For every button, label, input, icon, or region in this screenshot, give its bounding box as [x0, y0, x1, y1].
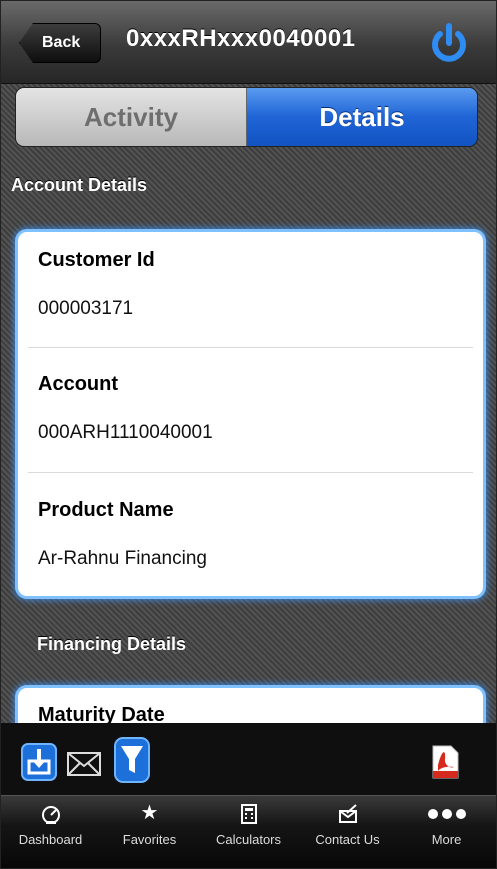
activity-details-segmented-control: Activity Details	[15, 87, 478, 147]
gauge-icon	[1, 798, 100, 828]
pdf-icon[interactable]	[431, 745, 459, 784]
contact-icon	[298, 798, 397, 828]
navigation-bar: Back 0xxxRHxxx0040001	[1, 1, 496, 84]
action-toolbar	[1, 723, 496, 795]
back-button[interactable]: Back	[19, 23, 101, 63]
divider	[28, 347, 473, 348]
power-icon[interactable]	[429, 23, 469, 65]
tab-details[interactable]: Details	[247, 88, 477, 146]
field-label: Customer Id	[38, 249, 155, 271]
account-details-card: Customer Id 000003171 Account 000ARH1110…	[15, 229, 486, 599]
tab-calculators[interactable]: Calculators	[199, 796, 298, 868]
calculator-icon	[199, 798, 298, 828]
tab-more[interactable]: More	[397, 796, 496, 868]
customer-id-field: Customer Id 000003171	[38, 249, 463, 320]
field-label: Account	[38, 373, 118, 395]
star-icon: ★	[140, 802, 159, 824]
mail-icon[interactable]	[67, 752, 101, 781]
tab-label: Favorites	[122, 832, 177, 847]
product-name-field: Product Name Ar-Rahnu Financing	[38, 499, 463, 570]
more-icon	[397, 798, 496, 828]
download-icon[interactable]	[21, 743, 57, 786]
filter-icon[interactable]	[114, 737, 150, 788]
tab-activity[interactable]: Activity	[16, 88, 247, 146]
financing-details-heading: Financing Details	[37, 634, 187, 654]
tab-label: Dashboard	[18, 832, 83, 847]
tab-dashboard[interactable]: Dashboard	[1, 796, 100, 868]
field-label: Product Name	[38, 499, 174, 521]
account-details-heading: Account Details	[11, 175, 148, 195]
tab-bar: Dashboard ★ Favorites Calculators Contac…	[1, 795, 496, 868]
tab-label: Calculators	[215, 832, 282, 847]
account-field: Account 000ARH1110040001	[38, 373, 463, 444]
tab-label: Contact Us	[315, 832, 380, 847]
tab-label: More	[431, 832, 462, 847]
divider	[28, 472, 473, 473]
phone-screen: Back 0xxxRHxxx0040001 Activity Details A…	[0, 0, 497, 869]
tab-favorites[interactable]: ★ Favorites	[100, 796, 199, 868]
tab-contact-us[interactable]: Contact Us	[298, 796, 397, 868]
field-value: 000003171	[38, 298, 134, 319]
page-title: 0xxxRHxxx0040001	[126, 25, 356, 52]
field-value: Ar-Rahnu Financing	[38, 548, 207, 569]
field-value: 000ARH1110040001	[38, 422, 213, 443]
